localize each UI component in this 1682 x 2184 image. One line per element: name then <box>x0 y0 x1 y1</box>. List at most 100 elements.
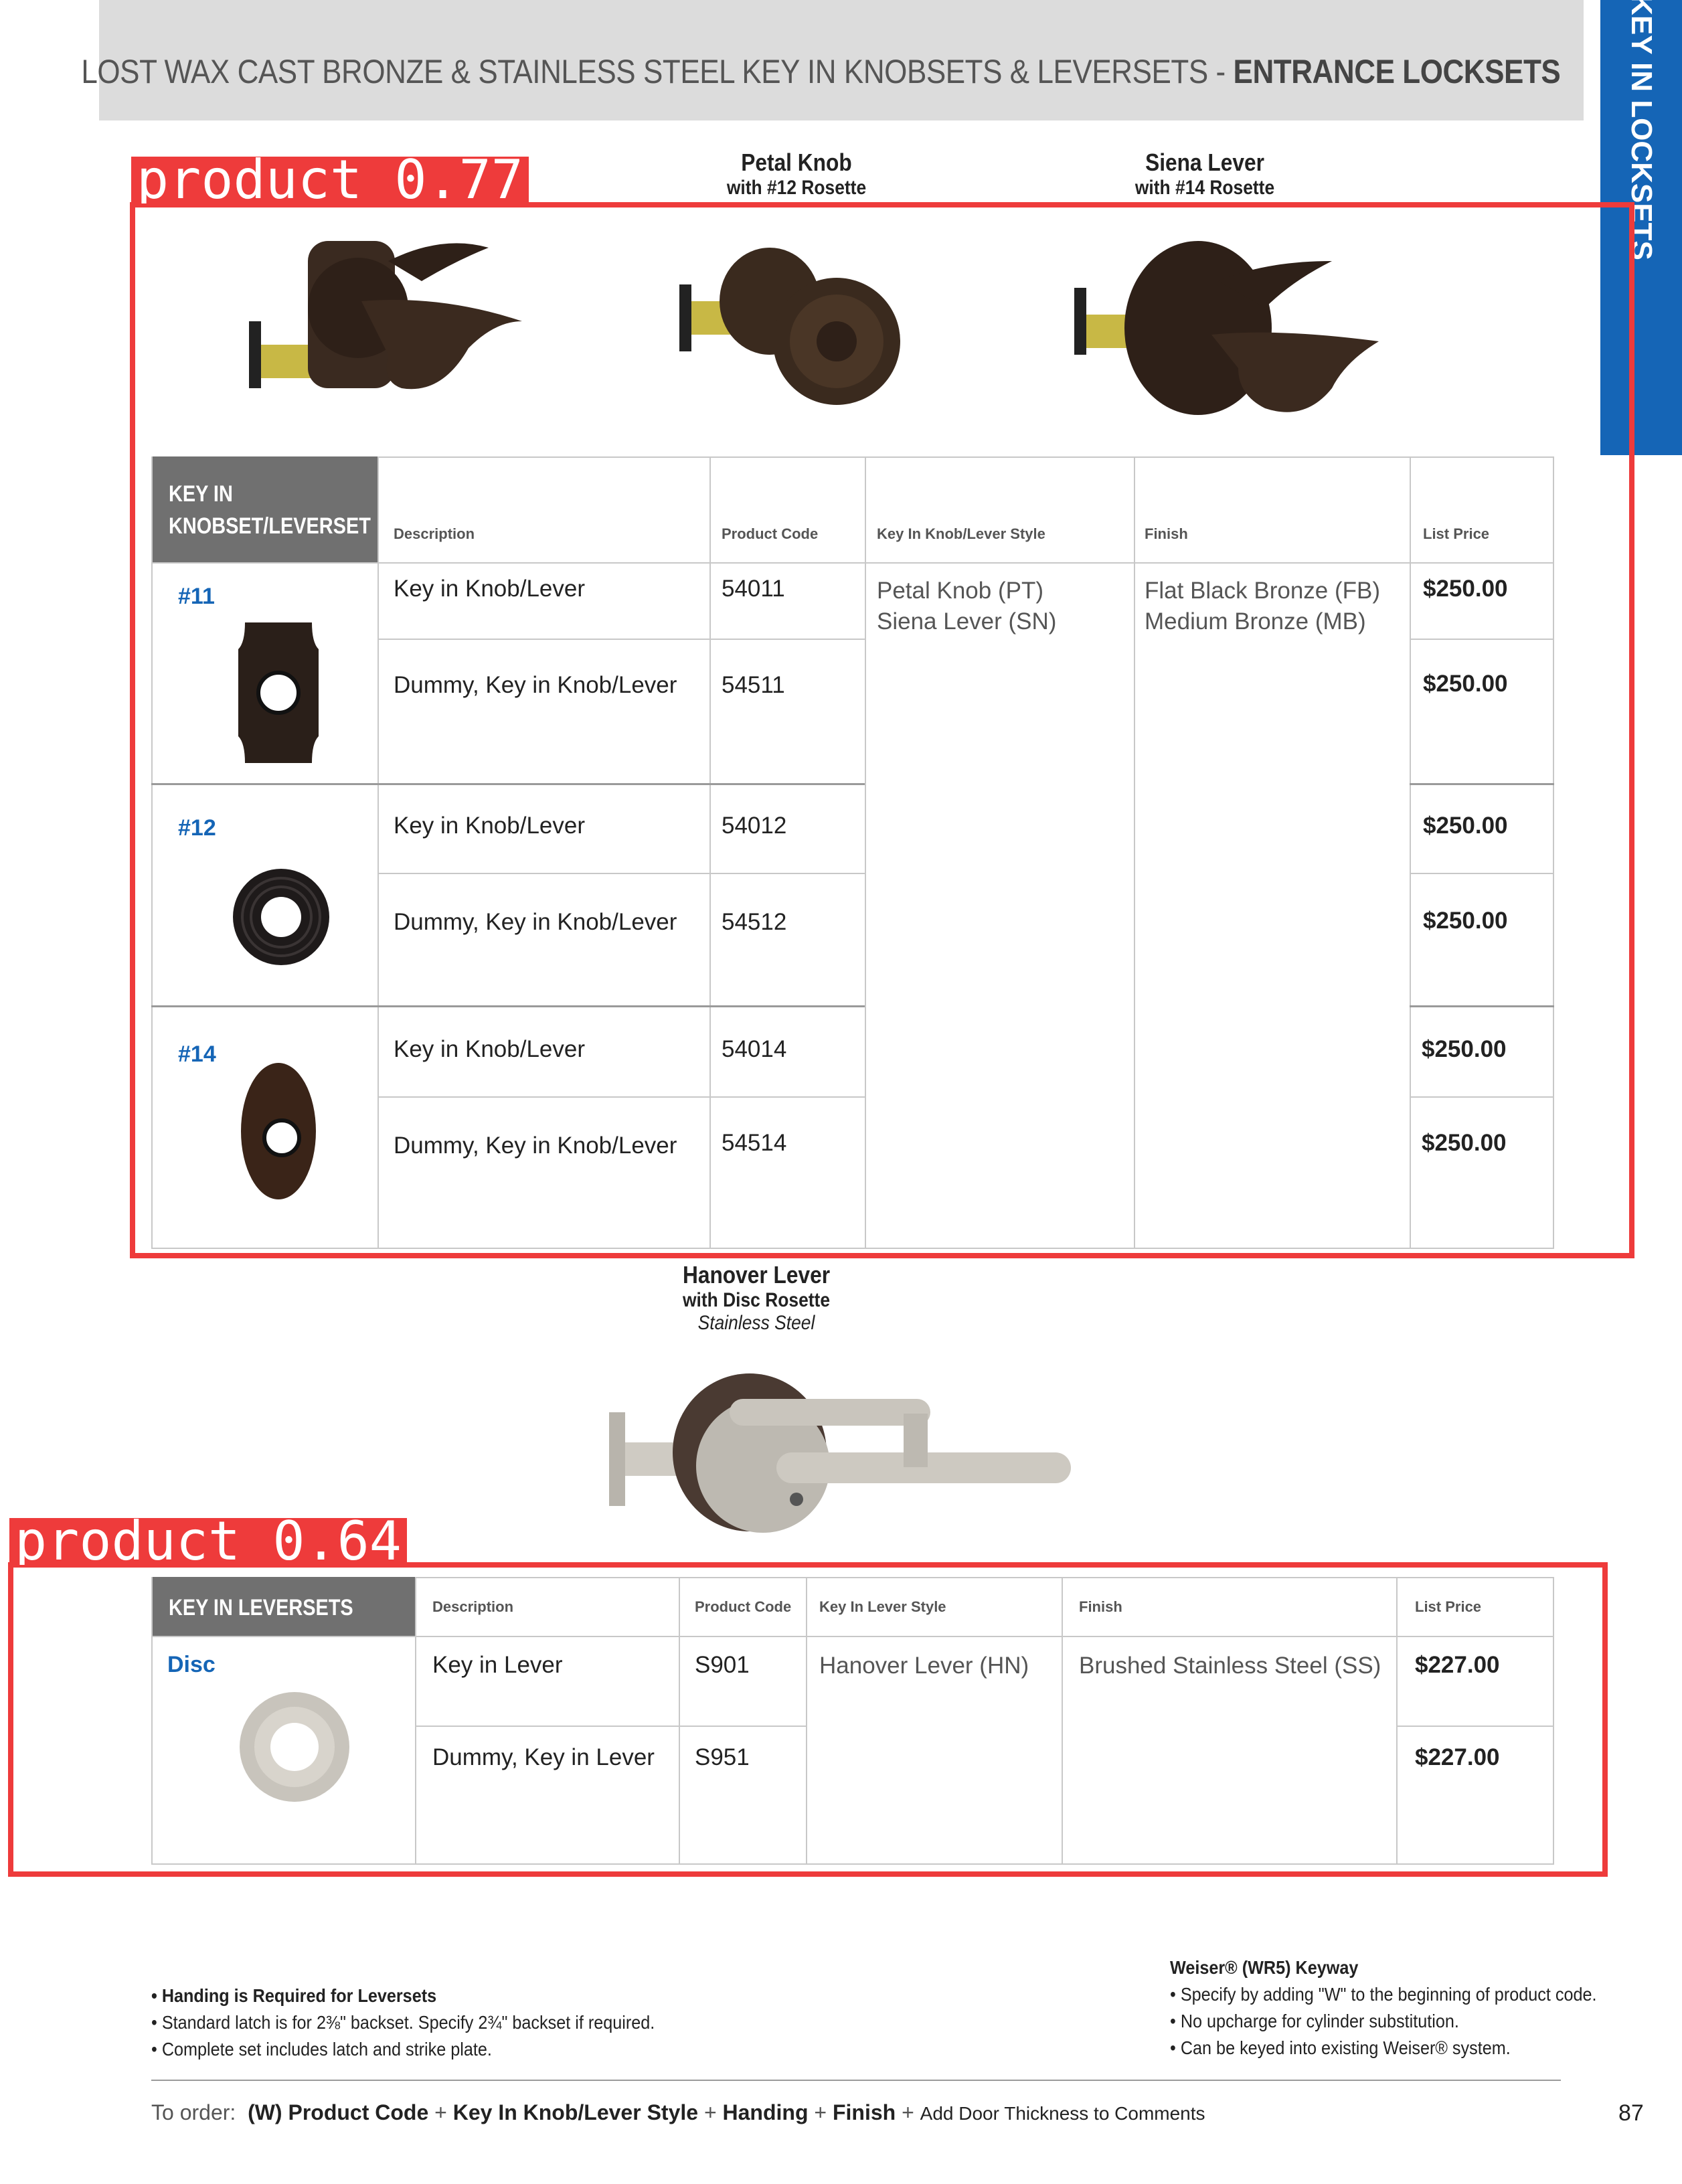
rosette-12-image <box>233 869 329 965</box>
row-product-code: 54012 <box>722 813 787 839</box>
detection-label-1: product 0.77 <box>131 157 529 203</box>
table-rule <box>1410 873 1554 874</box>
notes-right: Weiser® (WR5) Keyway • Specify by adding… <box>1170 1954 1597 2062</box>
product-header-petal-knob: Petal Knob with #12 Rosette <box>669 149 924 199</box>
product-rosette: with #14 Rosette <box>1134 177 1275 199</box>
row-product-code: 54511 <box>722 672 785 698</box>
row-product-code: 54514 <box>722 1130 787 1156</box>
product-finish: Stainless Steel <box>697 1312 815 1334</box>
product-header-siena-lever: Siena Lever with #14 Rosette <box>1078 149 1332 199</box>
rosette-14-image <box>241 1063 316 1199</box>
note-line: • Standard latch is for 2⅜" backset. Spe… <box>151 2012 655 2033</box>
table-rule <box>415 1577 1554 1578</box>
table-rule <box>151 562 1554 564</box>
note-line: • Complete set includes latch and strike… <box>151 2039 492 2060</box>
table-rule <box>1410 1005 1554 1007</box>
table-rule <box>1410 456 1411 1249</box>
table-rule <box>1396 1726 1554 1727</box>
table-rule <box>377 639 865 640</box>
table-rule <box>377 456 1554 458</box>
column-header-finish: Finish <box>1145 525 1188 542</box>
disc-rosette-image <box>240 1692 349 1802</box>
row-product-code: 54014 <box>722 1036 787 1062</box>
row-description: Key in Knob/Lever <box>394 813 586 839</box>
note-line: • Specify by adding "W" to the beginning… <box>1170 1984 1597 2005</box>
note-line: • Can be keyed into existing Weiser® sys… <box>1170 2037 1511 2058</box>
product-name: Siena Lever <box>1145 149 1264 176</box>
rosette-label: #12 <box>178 815 216 841</box>
row-product-code: 54011 <box>722 576 785 602</box>
table-rule <box>151 1005 865 1007</box>
table-rule <box>1396 1577 1398 1865</box>
row-price: $227.00 <box>1415 1652 1500 1678</box>
table1-title: KEY IN KNOBSET/LEVERSET <box>151 456 377 564</box>
table-rule <box>679 1577 680 1865</box>
column-header-style: Key In Knob/Lever Style <box>877 525 1045 542</box>
page-number: 87 <box>1618 2100 1644 2126</box>
table-rule <box>806 1577 807 1865</box>
table-rule <box>709 456 711 1249</box>
table2-title: KEY IN LEVERSETS <box>151 1577 415 1637</box>
row-product-code: S901 <box>695 1652 750 1678</box>
row-product-code: 54512 <box>722 909 787 935</box>
row-price: $227.00 <box>1415 1744 1500 1770</box>
rosette-label: #14 <box>178 1041 216 1067</box>
table-rule <box>151 1863 1554 1865</box>
page-title: LOST WAX CAST BRONZE & STAINLESS STEEL K… <box>81 53 1560 90</box>
row-description: Key in Knob/Lever <box>394 1036 586 1062</box>
table-rule <box>151 1248 1554 1249</box>
row-description: Key in Lever <box>432 1652 563 1678</box>
table-rule <box>1134 456 1135 1249</box>
column-header-list-price: List Price <box>1423 525 1490 542</box>
table-rule <box>1062 1577 1063 1865</box>
table-rule <box>865 456 866 1249</box>
row-description: Dummy, Key in Knob/Lever <box>394 1132 677 1159</box>
rosette-label: Disc <box>167 1652 216 1677</box>
table-rule <box>1553 456 1554 1249</box>
note-weiser-title: Weiser® (WR5) Keyway <box>1170 1957 1359 1978</box>
column-header-list-price: List Price <box>1415 1598 1482 1615</box>
table-rule <box>151 783 865 785</box>
row-description: Key in Knob/Lever <box>394 576 586 602</box>
style-value: Hanover Lever (HN) <box>819 1653 1029 1679</box>
column-header-product-code: Product Code <box>722 525 819 542</box>
row-price: $250.00 <box>1422 1036 1507 1062</box>
table-rule <box>151 1577 153 1865</box>
table-rule <box>377 456 379 1249</box>
rosette-label: #11 <box>178 584 215 609</box>
table-rule <box>1410 783 1554 785</box>
note-line: • No upcharge for cylinder substitution. <box>1170 2011 1459 2031</box>
row-price: $250.00 <box>1422 1130 1507 1156</box>
product-rosette: with Disc Rosette <box>682 1289 831 1311</box>
table-rule <box>415 1577 416 1865</box>
table-rule <box>151 456 153 1249</box>
table-rule <box>415 1726 806 1727</box>
table-rule <box>377 873 865 874</box>
hanover-lever-image <box>609 1373 1071 1533</box>
finish-values: Flat Black Bronze (FB) Medium Bronze (MB… <box>1145 578 1381 635</box>
note-handing: • Handing is Required for Leversets <box>151 1985 437 2006</box>
row-description: Dummy, Key in Knob/Lever <box>394 909 677 935</box>
row-description: Dummy, Key in Knob/Lever <box>394 672 677 698</box>
table-rule <box>151 1636 1554 1637</box>
detection-label-2: product 0.64 <box>9 1518 407 1565</box>
column-header-description: Description <box>394 525 475 542</box>
product-name: Hanover Lever <box>682 1261 831 1288</box>
footer-rule <box>151 2080 1561 2081</box>
detection-box-product-1 <box>130 202 1634 1258</box>
row-price: $250.00 <box>1423 908 1508 934</box>
table-rule <box>1553 1577 1554 1865</box>
row-price: $250.00 <box>1423 576 1508 602</box>
finish-value: Brushed Stainless Steel (SS) <box>1079 1653 1381 1679</box>
style-values: Petal Knob (PT) Siena Lever (SN) <box>877 578 1057 635</box>
row-description: Dummy, Key in Lever <box>432 1744 655 1770</box>
column-header-description: Description <box>432 1598 514 1615</box>
table-rule <box>377 1096 865 1098</box>
product-name: Petal Knob <box>741 149 852 176</box>
table-rule <box>1410 639 1554 640</box>
row-price: $250.00 <box>1423 813 1508 839</box>
product-header-hanover-lever: Hanover Lever with Disc Rosette Stainles… <box>622 1261 890 1335</box>
column-header-finish: Finish <box>1079 1598 1122 1615</box>
notes-left: • Handing is Required for Leversets • St… <box>151 1983 655 2063</box>
rosette-11-image <box>238 622 319 763</box>
